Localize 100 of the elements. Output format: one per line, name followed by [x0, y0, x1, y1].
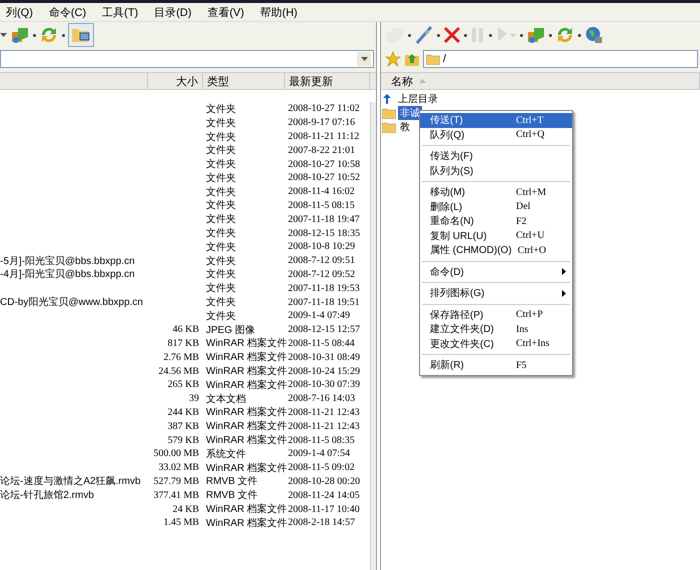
menu-item[interactable]: 队列为(S)	[420, 164, 572, 178]
file-size: 39	[189, 393, 199, 404]
file-type: 文件夹	[206, 104, 236, 115]
menu-item[interactable]: 排列图标(G)	[420, 286, 572, 300]
file-date: 2008-10-27 11:02	[288, 103, 360, 114]
menu-item[interactable]: 复制 URL(U) Ctrl+U	[420, 228, 572, 243]
file-date: 2008-11-21 12:43	[288, 420, 360, 432]
file-type: 文件夹	[206, 132, 236, 142]
file-date: 2008-7-12 09:51	[288, 255, 355, 266]
file-name[interactable]: 非诚	[398, 106, 422, 120]
file-size: 46 KB	[172, 324, 199, 336]
file-name[interactable]: 论坛-速度与激情之A2狂飙.rmvb	[0, 476, 141, 488]
file-date: 2008-11-17 10:40	[288, 504, 360, 514]
file-date: 2008-10-28 00:20	[288, 476, 360, 487]
file-size: 500.00 MB	[153, 448, 199, 460]
menu-item[interactable]: 队列(Q) Ctrl+Q	[420, 128, 572, 142]
file-type: 系统文件	[206, 448, 246, 460]
menu-item[interactable]: 工具(T)	[94, 4, 146, 20]
file-size: 817 KB	[168, 338, 199, 349]
file-size: 1.45 MB	[163, 517, 199, 528]
file-type: 文件夹	[206, 242, 236, 253]
file-name[interactable]: 教	[398, 120, 412, 134]
file-size: 2.76 MB	[163, 352, 199, 363]
file-type: 文件夹	[206, 297, 236, 308]
file-date: 2008-10-31 08:49	[288, 352, 360, 363]
file-type: 文件夹	[206, 200, 236, 212]
file-type: JPEG 图像	[206, 324, 255, 336]
file-date: 2007-11-18 19:53	[288, 282, 360, 294]
refresh-icon[interactable]	[39, 25, 59, 45]
file-type: 文本文档	[206, 394, 246, 405]
file-date: 2009-1-4 07:49	[288, 310, 350, 322]
file-type: 文件夹	[206, 145, 236, 156]
path-field[interactable]	[0, 50, 374, 68]
submenu-arrow-icon	[562, 268, 566, 276]
menu-item[interactable]: 命令(D)	[420, 264, 572, 279]
menu-item[interactable]: 建立文件夹(D) Ins	[420, 322, 572, 336]
scrollbar[interactable]	[370, 102, 376, 570]
column-header[interactable]: 最新更新	[285, 73, 370, 89]
file-type: WinRAR 档案文件	[206, 352, 288, 364]
file-type: WinRAR 档案文件	[206, 518, 288, 529]
menu-item[interactable]: 保存路径(P) Ctrl+P	[420, 308, 572, 322]
menu-item[interactable]: 移动(M) Ctrl+M	[420, 185, 572, 200]
file-size: 387 KB	[168, 420, 199, 432]
menu-item[interactable]: 刷新(R) F5	[420, 358, 572, 372]
file-type: 文件夹	[206, 310, 236, 322]
plug-icon[interactable]	[414, 25, 434, 45]
file-type: 文件夹	[206, 172, 236, 184]
column-header[interactable]: 类型	[203, 73, 285, 89]
folder-up-icon[interactable]	[404, 51, 420, 67]
column-header[interactable]: 大小	[148, 73, 203, 89]
file-name[interactable]: -4月]-阳光宝贝@bbs.bbxpp.cn	[0, 269, 135, 280]
caret-icon[interactable]	[0, 33, 7, 37]
file-type: 文件夹	[206, 269, 236, 280]
sort-arrow-icon	[419, 79, 426, 83]
file-type: WinRAR 档案文件	[206, 435, 288, 446]
star-icon[interactable]	[385, 51, 401, 67]
file-type: RMVB 文件	[206, 490, 258, 502]
connect-icon[interactable]	[526, 25, 546, 45]
file-size: 24.56 MB	[158, 366, 199, 377]
file-date: 2008-12-15 12:57	[288, 324, 360, 336]
refresh-icon[interactable]	[555, 25, 575, 45]
file-name[interactable]: 论坛-针孔旅馆2.rmvb	[0, 490, 94, 502]
file-date: 2008-10-30 07:39	[288, 379, 360, 390]
file-date: 2008-11-5 08:15	[288, 200, 355, 211]
file-date: 2008-10-27 10:52	[288, 172, 360, 184]
file-size: 244 KB	[168, 406, 199, 418]
menu-item[interactable]: 重命名(N) F2	[420, 214, 572, 228]
file-name[interactable]: -5月]-阳光宝贝@bbs.bbxpp.cn	[0, 256, 135, 267]
submenu-arrow-icon	[562, 290, 566, 297]
file-name[interactable]: CD-by阳光宝贝@www.bbxpp.cn	[0, 297, 143, 308]
file-type: 文件夹	[206, 256, 236, 267]
menu-item[interactable]: 列(Q)	[0, 4, 41, 20]
menu-item[interactable]: 目录(D)	[146, 4, 200, 20]
close-icon[interactable]	[443, 26, 461, 44]
file-type: 文件夹	[206, 118, 236, 129]
menu-item[interactable]: 命令(C)	[40, 4, 94, 20]
dropdown-button[interactable]	[357, 52, 371, 66]
file-type: WinRAR 档案文件	[206, 407, 288, 418]
file-date: 2007-8-22 21:01	[288, 144, 355, 156]
file-date: 2008-9-17 07:16	[288, 117, 355, 128]
menu-item[interactable]: 更改文件夹(C) Ctrl+Ins	[420, 336, 572, 351]
file-date: 2008-11-24 14:05	[288, 490, 360, 501]
file-size: 527.79 MB	[153, 476, 199, 487]
caret-icon[interactable]	[360, 57, 368, 61]
menu-item[interactable]: 删除(L) Del	[420, 200, 572, 214]
file-name[interactable]: 上层目录	[396, 92, 440, 106]
folder-icon	[382, 122, 396, 132]
menu-item[interactable]: 查看(V)	[200, 4, 252, 20]
connect-icon[interactable]	[10, 25, 30, 45]
file-type: 文件夹	[206, 159, 236, 170]
column-header[interactable]: 名称	[381, 73, 700, 89]
file-date: 2008-2-18 14:57	[288, 517, 355, 528]
menu-item[interactable]: 传送(T) Ctrl+T	[420, 113, 572, 128]
path-field[interactable]: /	[423, 50, 698, 68]
menu-item[interactable]: 传送为(F)	[420, 149, 572, 164]
menu-item[interactable]: 属性 (CHMOD)(O) Ctrl+O	[420, 243, 572, 258]
menu-item[interactable]: 帮助(H)	[252, 4, 306, 20]
globe-icon[interactable]	[584, 25, 604, 45]
file-date: 2008-7-12 09:52	[288, 268, 355, 280]
file-date: 2008-10-24 15:29	[288, 366, 360, 377]
